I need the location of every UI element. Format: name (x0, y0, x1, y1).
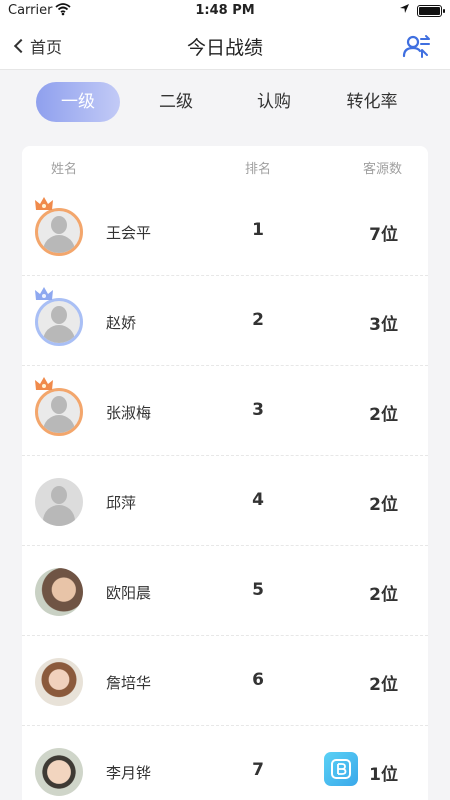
battery-icon (417, 5, 445, 17)
source-count: 2位 (369, 675, 398, 695)
level-tabs: 一级 二级 认购 转化率 (0, 70, 450, 134)
source-count: 2位 (369, 585, 398, 605)
crown-icon (35, 197, 53, 210)
back-label: 首页 (30, 38, 63, 57)
letter-b-icon (331, 759, 351, 779)
location-arrow-icon (400, 4, 409, 13)
watermark-logo-icon (324, 752, 358, 786)
people-switch-icon[interactable] (402, 32, 432, 60)
nav-bar: 首页 今日战绩 (0, 22, 450, 70)
status-bar: Carrier 1:48 PM (0, 0, 450, 22)
tab-subscribe[interactable]: 认购 (232, 82, 316, 122)
table-row[interactable]: 詹培华 6 2位 (22, 636, 428, 726)
source-count: 7位 (369, 225, 398, 245)
page-title: 今日战绩 (186, 37, 263, 59)
source-count: 1位 (369, 765, 398, 785)
table-row[interactable]: 张淑梅 3 2位 (22, 366, 428, 456)
table-row[interactable]: 赵娇 2 3位 (22, 276, 428, 366)
back-button[interactable]: 首页 (10, 34, 62, 58)
table-row[interactable]: 李月铧 7 1位 (22, 726, 428, 800)
crown-icon (35, 377, 53, 390)
tab-conversion-rate[interactable]: 转化率 (330, 82, 414, 122)
clock: 1:48 PM (195, 3, 255, 18)
table-row[interactable]: 邱萍 4 2位 (22, 456, 428, 546)
tab-level-2[interactable]: 二级 (134, 82, 218, 122)
ranking-table: 姓名 排名 客源数 王会平 1 7位 赵娇 2 3位 张淑梅 3 2位 邱萍 4… (22, 146, 428, 800)
table-row[interactable]: 欧阳晨 5 2位 (22, 546, 428, 636)
chevron-left-icon (13, 38, 29, 54)
source-count: 3位 (369, 315, 398, 335)
source-count: 2位 (369, 405, 398, 425)
column-header-name: 姓名 (51, 162, 78, 177)
table-row[interactable]: 王会平 1 7位 (22, 186, 428, 276)
crown-icon (35, 287, 53, 300)
source-count: 2位 (369, 495, 398, 515)
table-header: 姓名 排名 客源数 (22, 146, 428, 186)
column-header-sources: 客源数 (363, 162, 403, 177)
column-header-rank: 排名 (245, 162, 272, 177)
tab-level-1[interactable]: 一级 (36, 82, 120, 122)
